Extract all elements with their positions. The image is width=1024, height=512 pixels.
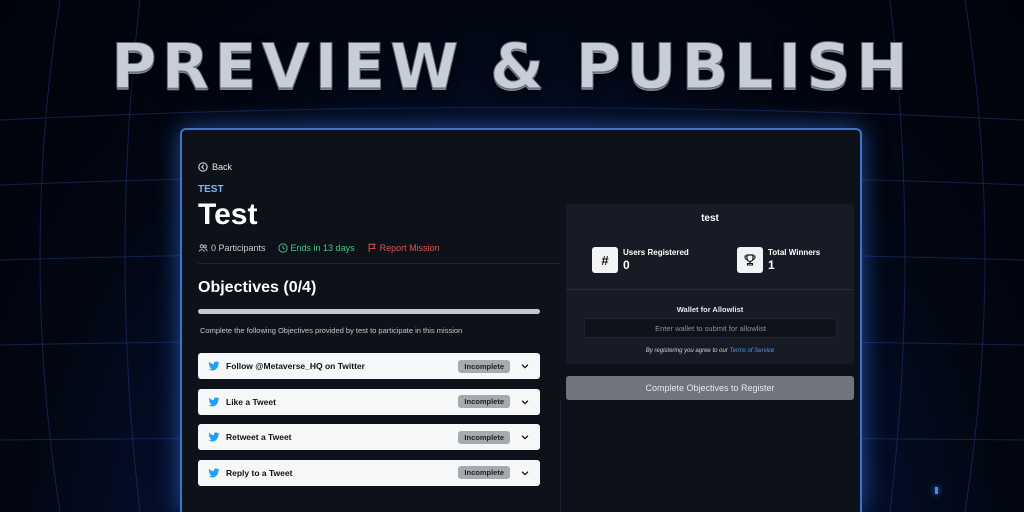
registration-card: test # Users Registered 0 Total Winners … xyxy=(566,204,854,364)
participants-count: 0 Participants xyxy=(198,243,266,253)
banner-title: PREVIEW & PUBLISH xyxy=(111,30,913,104)
back-arrow-icon xyxy=(198,162,208,172)
total-winners-stat: Total Winners 1 xyxy=(737,247,820,273)
twitter-icon xyxy=(208,467,220,477)
objective-item[interactable]: Follow @Metaverse_HQ on Twitter Incomple… xyxy=(198,353,540,379)
glow-light xyxy=(935,487,938,494)
ends-countdown: Ends in 13 days xyxy=(277,243,355,253)
mission-tag: TEST xyxy=(198,184,224,195)
chevron-down-icon[interactable] xyxy=(520,468,530,478)
twitter-icon xyxy=(208,396,220,406)
status-badge: Incomplete xyxy=(458,395,510,408)
trophy-icon xyxy=(737,247,763,273)
objective-item[interactable]: Retweet a Tweet Incomplete xyxy=(198,424,540,450)
report-mission-link[interactable]: Report Mission xyxy=(367,243,440,253)
objective-label: Like a Tweet xyxy=(226,396,276,407)
chevron-down-icon[interactable] xyxy=(520,361,530,371)
flag-icon xyxy=(368,243,376,253)
status-badge: Incomplete xyxy=(458,359,510,373)
objective-label: Reply to a Tweet xyxy=(226,467,293,478)
register-button[interactable]: Complete Objectives to Register xyxy=(566,376,854,400)
status-badge: Incomplete xyxy=(458,430,510,444)
back-button[interactable]: Back xyxy=(198,162,232,172)
mission-preview-window: Back TEST Test 0 Participants Ends in 13… xyxy=(180,128,862,512)
twitter-icon xyxy=(208,361,220,371)
terms-notice: By registering you agree to our Terms of… xyxy=(645,348,775,354)
terms-of-service-link[interactable]: Terms of Service xyxy=(729,348,774,354)
objective-item[interactable]: Reply to a Tweet Incomplete xyxy=(198,459,540,486)
status-badge: Incomplete xyxy=(458,466,510,479)
objective-label: Retweet a Tweet xyxy=(226,432,292,442)
column-divider xyxy=(560,400,561,512)
objectives-progress-bar xyxy=(198,309,540,314)
mission-meta: 0 Participants Ends in 13 days Report Mi… xyxy=(198,243,440,253)
registration-title: test xyxy=(701,213,719,224)
wallet-input[interactable] xyxy=(584,318,837,338)
clock-icon xyxy=(277,243,288,253)
card-divider xyxy=(566,289,854,290)
users-icon xyxy=(198,244,208,252)
mission-title: Test xyxy=(198,198,258,231)
objective-label: Follow @Metaverse_HQ on Twitter xyxy=(226,361,365,371)
objectives-description: Complete the following Objectives provid… xyxy=(200,326,463,335)
objectives-heading: Objectives (0/4) xyxy=(198,279,317,296)
objectives-list: Follow @Metaverse_HQ on Twitter Incomple… xyxy=(198,353,540,495)
back-label: Back xyxy=(212,162,233,172)
chevron-down-icon[interactable] xyxy=(520,432,530,442)
chevron-down-icon[interactable] xyxy=(520,397,530,407)
header-divider xyxy=(198,263,560,264)
hash-icon: # xyxy=(592,247,618,273)
twitter-icon xyxy=(208,432,220,442)
objective-item[interactable]: Like a Tweet Incomplete xyxy=(198,388,540,415)
users-registered-stat: # Users Registered 0 xyxy=(592,247,689,273)
wallet-label: Wallet for Allowlist xyxy=(676,305,744,314)
